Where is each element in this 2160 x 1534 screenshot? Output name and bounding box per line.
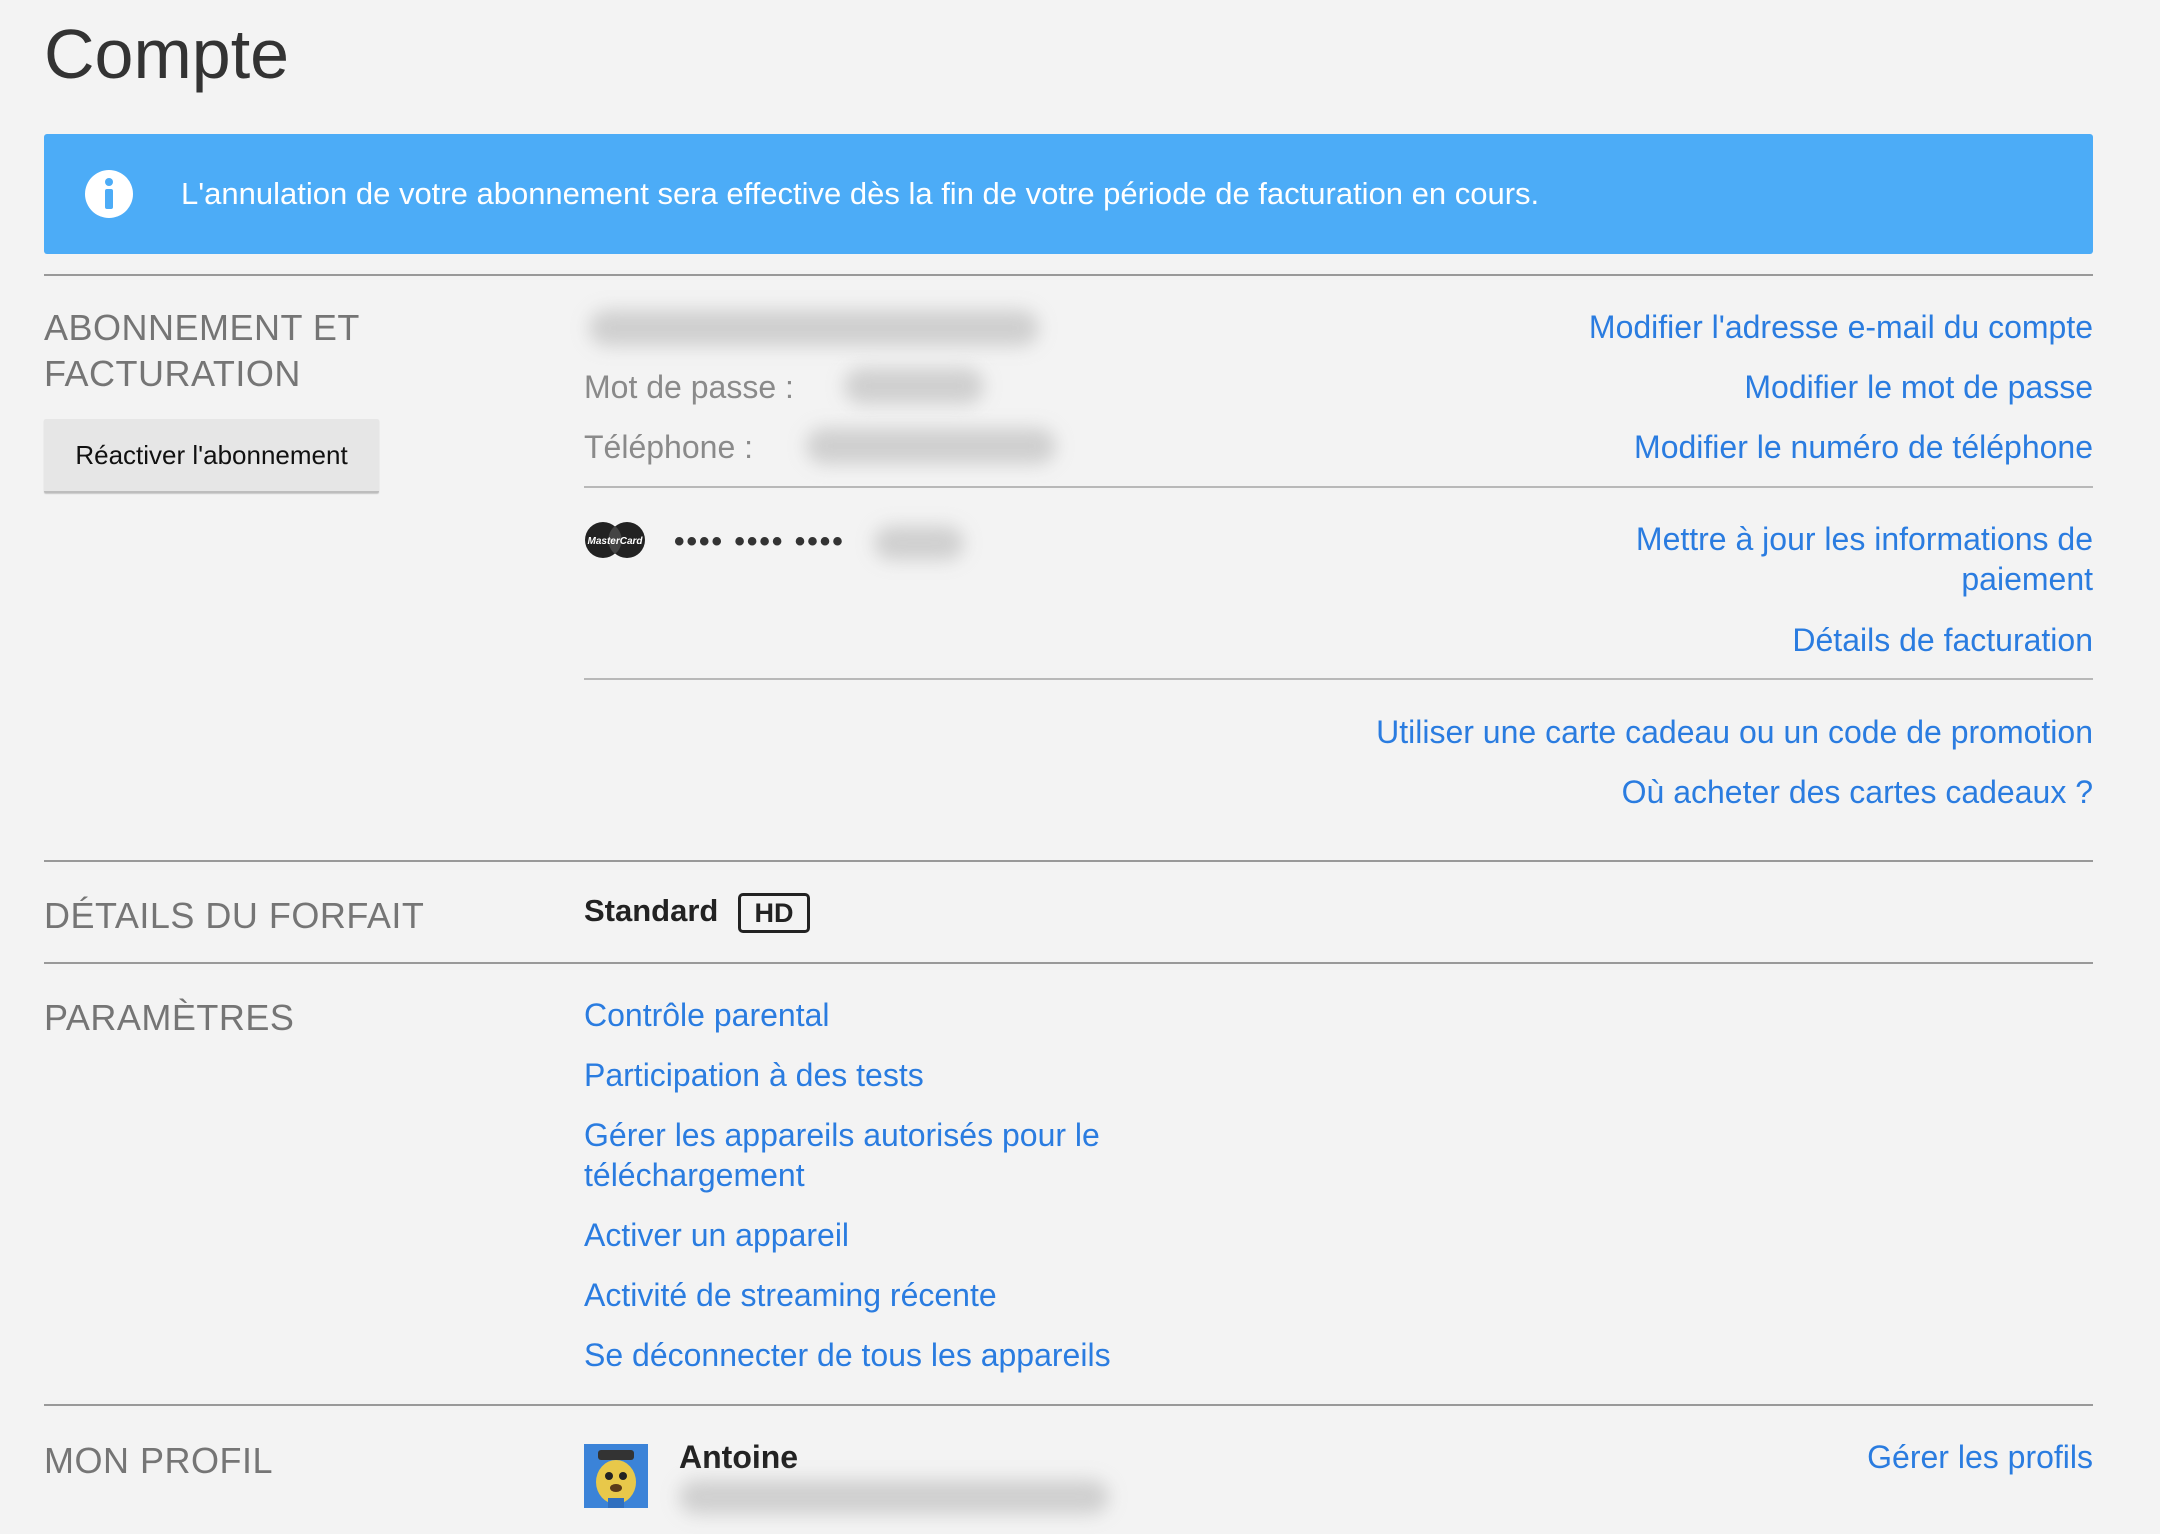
phone-label: Téléphone :	[584, 429, 754, 465]
where-buy-gift-cards-link[interactable]: Où acheter des cartes cadeaux ?	[1622, 772, 2093, 812]
membership-title-line2: FACTURATION	[44, 353, 301, 394]
manage-download-devices-link[interactable]: Gérer les appareils autorisés pour le té…	[584, 1115, 1100, 1195]
reactivate-membership-button[interactable]: Réactiver l'abonnement	[44, 419, 379, 493]
test-participation-link[interactable]: Participation à des tests	[584, 1055, 924, 1095]
section-divider	[44, 962, 2093, 964]
email-redacted	[589, 310, 1039, 346]
update-payment-line2: paiement	[1961, 561, 2093, 597]
avatar-icon	[584, 1444, 648, 1508]
update-payment-link[interactable]: Mettre à jour les informations de paieme…	[1636, 519, 2093, 599]
section-divider	[44, 274, 2093, 276]
section-divider	[44, 1404, 2093, 1406]
manage-download-devices-line1: Gérer les appareils autorisés pour le	[584, 1117, 1100, 1153]
manage-download-devices-line2: téléchargement	[584, 1157, 805, 1193]
hd-badge: HD	[738, 893, 810, 933]
password-redacted	[844, 368, 984, 404]
card-last-digits-redacted	[874, 526, 964, 560]
parental-controls-link[interactable]: Contrôle parental	[584, 995, 829, 1035]
banner-message: L'annulation de votre abonnement sera ef…	[181, 176, 1540, 211]
account-page: Compte L'annulation de votre abonnement …	[44, 0, 2093, 1534]
plan-section-title: DÉTAILS DU FORFAIT	[44, 895, 425, 936]
change-email-link[interactable]: Modifier l'adresse e-mail du compte	[1589, 307, 2093, 347]
settings-section-title: PARAMÈTRES	[44, 997, 295, 1038]
update-payment-line1: Mettre à jour les informations de	[1635, 521, 2093, 557]
card-brand-label: MasterCard	[587, 536, 643, 547]
info-icon	[85, 170, 133, 218]
sign-out-all-devices-link[interactable]: Se déconnecter de tous les appareils	[584, 1335, 1111, 1375]
password-label: Mot de passe :	[584, 369, 794, 405]
profile-section-title: MON PROFIL	[44, 1440, 274, 1481]
membership-title-line1: ABONNEMENT ET	[44, 307, 360, 348]
card-number-mask: •••• •••• ••••	[674, 525, 845, 558]
cancellation-banner: L'annulation de votre abonnement sera ef…	[44, 134, 2093, 254]
change-password-link[interactable]: Modifier le mot de passe	[1744, 367, 2093, 407]
membership-section-title: ABONNEMENT ET FACTURATION	[44, 305, 360, 397]
phone-redacted	[806, 428, 1056, 464]
divider	[584, 486, 2093, 488]
recent-streaming-activity-link[interactable]: Activité de streaming récente	[584, 1275, 997, 1315]
billing-details-link[interactable]: Détails de facturation	[1792, 620, 2093, 660]
activate-device-link[interactable]: Activer un appareil	[584, 1215, 849, 1255]
profile-name: Antoine	[679, 1439, 799, 1475]
mastercard-icon: MasterCard	[585, 522, 645, 558]
plan-name: Standard	[584, 893, 719, 928]
divider	[584, 678, 2093, 680]
section-divider	[44, 860, 2093, 862]
page-title: Compte	[44, 15, 290, 93]
profile-email-redacted	[679, 1480, 1109, 1514]
redeem-gift-card-link[interactable]: Utiliser une carte cadeau ou un code de …	[1376, 712, 2093, 752]
manage-profiles-link[interactable]: Gérer les profils	[1867, 1437, 2093, 1477]
change-phone-link[interactable]: Modifier le numéro de téléphone	[1634, 427, 2093, 467]
